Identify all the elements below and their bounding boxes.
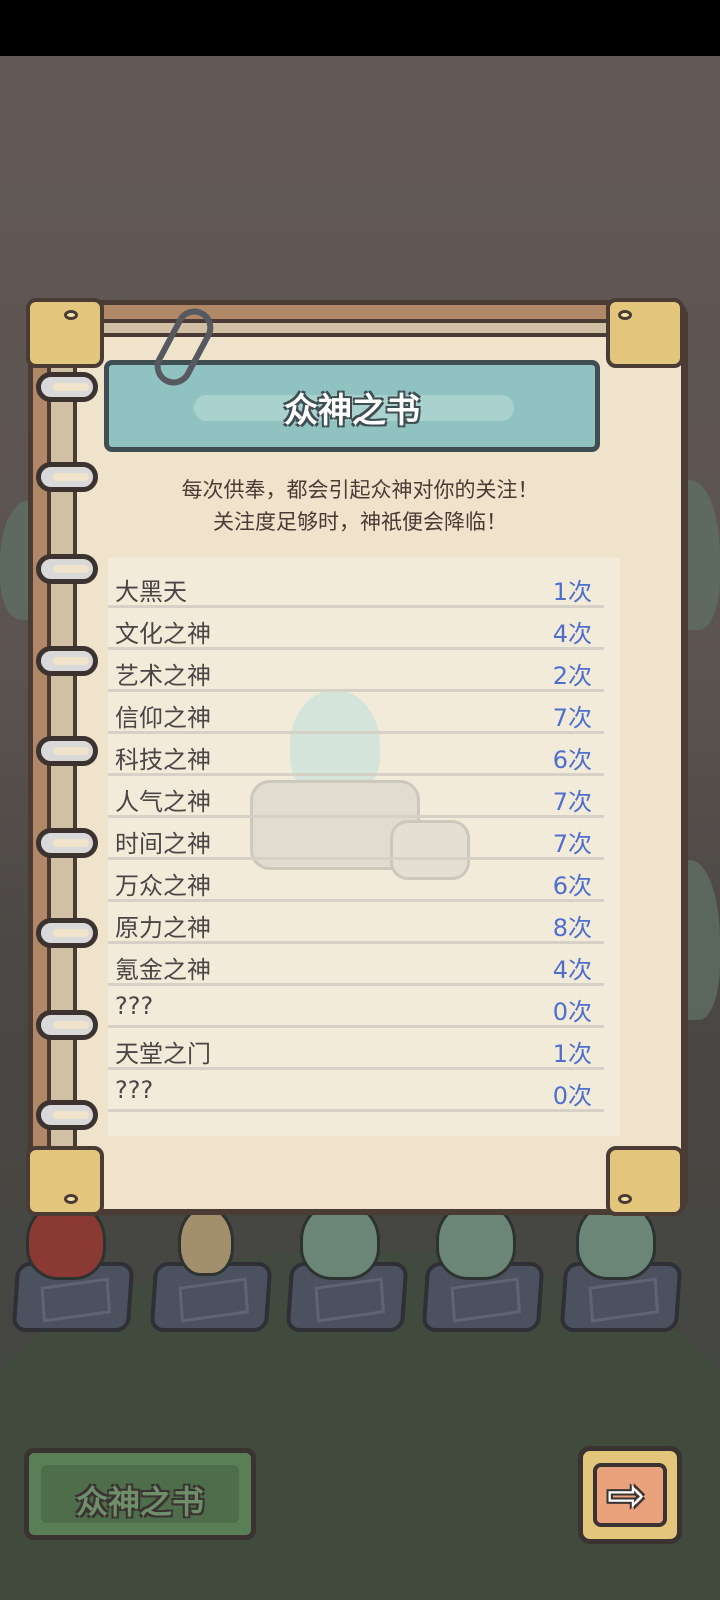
god-name: 原力之神 <box>115 914 211 942</box>
god-name: ??? <box>115 992 154 1020</box>
god-name: 信仰之神 <box>115 704 211 732</box>
list-item: 信仰之神 7次 <box>108 692 604 734</box>
gods-book-button[interactable]: 众神之书 <box>24 1448 256 1540</box>
status-bar <box>0 0 720 56</box>
offering-count: 1次 <box>552 1040 592 1068</box>
god-name: 科技之神 <box>115 746 211 774</box>
list-item: 万众之神 6次 <box>108 860 604 902</box>
corner-bracket <box>26 298 104 368</box>
offering-count: 0次 <box>552 1082 592 1110</box>
ghost-figure <box>178 1206 234 1276</box>
god-name: 万众之神 <box>115 872 211 900</box>
description-line-1: 每次供奉，都会引起众神对你的关注！ <box>181 478 539 502</box>
corner-bracket <box>606 1146 684 1216</box>
binder-ring <box>36 646 98 676</box>
book-title: 众神之书 <box>284 391 420 431</box>
list-item: ??? 0次 <box>108 1070 604 1112</box>
offering-count: 2次 <box>552 662 592 690</box>
next-button[interactable]: ⇨ <box>578 1446 682 1544</box>
offering-count: 4次 <box>552 956 592 984</box>
next-button-face: ⇨ <box>593 1463 667 1527</box>
god-name: 时间之神 <box>115 830 211 858</box>
list-item: ??? 0次 <box>108 986 604 1028</box>
binder-ring <box>36 554 98 584</box>
list-item: 大黑天 1次 <box>108 566 604 608</box>
god-name: 文化之神 <box>115 620 211 648</box>
binder-ring <box>36 462 98 492</box>
list-item: 文化之神 4次 <box>108 608 604 650</box>
binder-ring <box>36 1100 98 1130</box>
binder-ring <box>36 918 98 948</box>
god-name: 大黑天 <box>115 578 187 606</box>
binder-ring <box>36 372 98 402</box>
list-item: 时间之神 7次 <box>108 818 604 860</box>
offering-count: 1次 <box>552 578 592 606</box>
god-name: ??? <box>115 1076 154 1104</box>
offering-count: 4次 <box>552 620 592 648</box>
god-name: 人气之神 <box>115 788 211 816</box>
binder-ring <box>36 1010 98 1040</box>
offering-count: 0次 <box>552 998 592 1026</box>
binder-ring <box>36 736 98 766</box>
offering-count: 7次 <box>552 830 592 858</box>
list-item: 艺术之神 2次 <box>108 650 604 692</box>
corner-bracket <box>606 298 684 368</box>
list-item: 人气之神 7次 <box>108 776 604 818</box>
list-item: 科技之神 6次 <box>108 734 604 776</box>
description-line-2: 关注度足够时，神祇便会降临！ <box>213 510 507 534</box>
list-item: 氪金之神 4次 <box>108 944 604 986</box>
binder-ring <box>36 828 98 858</box>
god-name: 天堂之门 <box>115 1040 211 1068</box>
offering-count: 8次 <box>552 914 592 942</box>
offering-count: 6次 <box>552 746 592 774</box>
arrow-right-icon: ⇨ <box>607 1468 646 1522</box>
list-item: 天堂之门 1次 <box>108 1028 604 1070</box>
offering-count: 6次 <box>552 872 592 900</box>
list-item: 原力之神 8次 <box>108 902 604 944</box>
offering-count: 7次 <box>552 788 592 816</box>
gods-book-button-label: 众神之书 <box>75 1483 204 1521</box>
god-name: 氪金之神 <box>115 956 211 984</box>
god-name: 艺术之神 <box>115 662 211 690</box>
corner-bracket <box>26 1146 104 1216</box>
offering-count: 7次 <box>552 704 592 732</box>
